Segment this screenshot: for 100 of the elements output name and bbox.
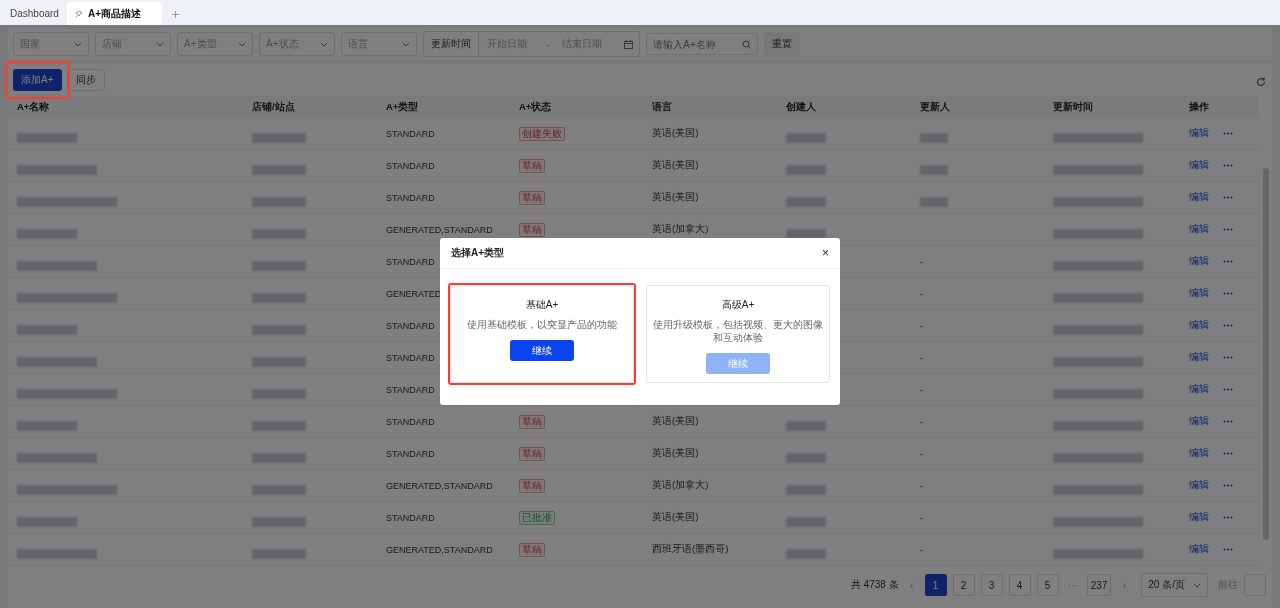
more-icon[interactable] <box>1223 292 1233 295</box>
page-size-select[interactable]: 20 条/页 <box>1141 573 1208 597</box>
edit-link[interactable]: 编辑 <box>1189 543 1209 556</box>
table-cell: STANDARD <box>386 416 435 427</box>
edit-link[interactable]: 编辑 <box>1189 159 1209 172</box>
table-cell: - <box>920 352 924 363</box>
sync-button[interactable]: 同步 <box>66 69 105 91</box>
search-field[interactable]: 请输入A+名称 <box>646 33 759 55</box>
table-cell: STANDARD <box>386 256 435 267</box>
table-cell: 英语(美国) <box>652 447 699 460</box>
edit-link[interactable]: 编辑 <box>1189 351 1209 364</box>
edit-link[interactable]: 编辑 <box>1189 479 1209 492</box>
status-tag: 草稿 <box>519 478 545 493</box>
page-button[interactable]: 3 <box>980 574 1003 596</box>
next-page-button[interactable]: › <box>1117 574 1132 596</box>
edit-link[interactable]: 编辑 <box>1189 127 1209 140</box>
blurred-text <box>252 356 306 367</box>
column-header: 操作 <box>1189 96 1258 118</box>
edit-link[interactable]: 编辑 <box>1189 383 1209 396</box>
blurred-text <box>17 132 77 143</box>
edit-link[interactable]: 编辑 <box>1189 287 1209 300</box>
search-icon <box>742 40 752 49</box>
table-cell: 英语(美国) <box>652 159 699 172</box>
edit-link[interactable]: 编辑 <box>1189 511 1209 524</box>
chevron-down-icon <box>238 41 246 47</box>
continue-button[interactable]: 继续 <box>510 340 574 361</box>
table-cell: GENERATED,STANDARD <box>386 224 493 235</box>
page-button[interactable]: 5 <box>1036 574 1059 596</box>
more-icon[interactable] <box>1223 516 1233 519</box>
table-cell: 英语(加拿大) <box>652 479 709 492</box>
blurred-text <box>252 292 306 303</box>
refresh-icon[interactable] <box>1256 77 1266 87</box>
more-icon[interactable] <box>1223 388 1233 391</box>
more-icon[interactable] <box>1223 260 1233 263</box>
chevron-down-icon <box>1193 582 1201 588</box>
blurred-text <box>252 516 306 527</box>
blurred-text <box>252 260 306 271</box>
chevron-down-icon <box>156 41 164 47</box>
more-icon[interactable] <box>1223 324 1233 327</box>
chevron-down-icon <box>320 41 328 47</box>
blurred-text <box>252 548 306 559</box>
calendar-icon <box>624 39 634 49</box>
page-button[interactable]: 1 <box>924 574 947 596</box>
add-button[interactable]: 添加A+ <box>13 69 62 91</box>
more-icon[interactable] <box>1223 196 1233 199</box>
edit-link[interactable]: 编辑 <box>1189 191 1209 204</box>
table-cell: 英语(美国) <box>652 127 699 140</box>
column-header: 创建人 <box>786 96 920 118</box>
plus-icon <box>171 10 179 18</box>
status-tag: 草稿 <box>519 222 545 237</box>
blurred-text <box>252 420 306 431</box>
column-header: 店铺/站点 <box>252 96 386 118</box>
status-tag: 草稿 <box>519 542 545 557</box>
more-icon[interactable] <box>1223 356 1233 359</box>
table-cell: 英语(美国) <box>652 511 699 524</box>
tab[interactable]: A+商品描述 <box>66 2 162 25</box>
page-button[interactable]: 4 <box>1008 574 1031 596</box>
table-cell: 西班牙语(墨西哥) <box>652 543 729 556</box>
blurred-text <box>252 164 306 175</box>
edit-link[interactable]: 编辑 <box>1189 415 1209 428</box>
page-button[interactable]: 237 <box>1086 574 1112 596</box>
table-cell: - <box>920 320 924 331</box>
table-cell: STANDARD <box>386 160 435 171</box>
total-count: 共 4738 条 <box>850 578 899 592</box>
status-tag: 草稿 <box>519 414 545 429</box>
more-icon[interactable] <box>1223 164 1233 167</box>
option-title: 基础A+ <box>525 298 559 312</box>
more-icon[interactable] <box>1223 420 1233 423</box>
page-button[interactable]: ··· <box>1064 574 1081 596</box>
table-cell: 英语(美国) <box>652 191 699 204</box>
edit-link[interactable]: 编辑 <box>1189 319 1209 332</box>
table-cell: - <box>920 288 924 299</box>
reset-button[interactable]: 重置 <box>764 32 801 56</box>
more-icon[interactable] <box>1223 228 1233 231</box>
table-cell: STANDARD <box>386 352 435 363</box>
option-title: 高级A+ <box>721 298 755 312</box>
table-cell: - <box>920 384 924 395</box>
more-icon[interactable] <box>1223 484 1233 487</box>
edit-link[interactable]: 编辑 <box>1189 255 1209 268</box>
edit-link[interactable]: 编辑 <box>1189 223 1209 236</box>
option-card[interactable]: 基础A+ 使用基础模板，以突显产品的功能 继续 <box>450 285 634 383</box>
page-button[interactable]: 2 <box>952 574 975 596</box>
tab[interactable]: Dashboard <box>2 2 67 25</box>
table-cell: STANDARD <box>386 192 435 203</box>
status-tag: 草稿 <box>519 190 545 205</box>
blurred-text <box>17 420 77 431</box>
table-cell: STANDARD <box>386 320 435 331</box>
dialog-title: 选择A+类型 <box>451 246 505 260</box>
more-icon[interactable] <box>1223 132 1233 135</box>
prev-page-button[interactable]: ‹ <box>904 574 919 596</box>
close-button[interactable]: × <box>822 246 829 260</box>
table-cell: STANDARD <box>386 448 435 459</box>
blurred-text <box>252 324 306 335</box>
option-description: 使用基础模板，以突显产品的功能 <box>467 318 617 331</box>
more-icon[interactable] <box>1223 548 1233 551</box>
edit-link[interactable]: 编辑 <box>1189 447 1209 460</box>
more-icon[interactable] <box>1223 452 1233 455</box>
scrollbar[interactable] <box>1263 168 1269 540</box>
status-tag: 已批准 <box>519 510 555 525</box>
blurred-text <box>17 228 77 239</box>
